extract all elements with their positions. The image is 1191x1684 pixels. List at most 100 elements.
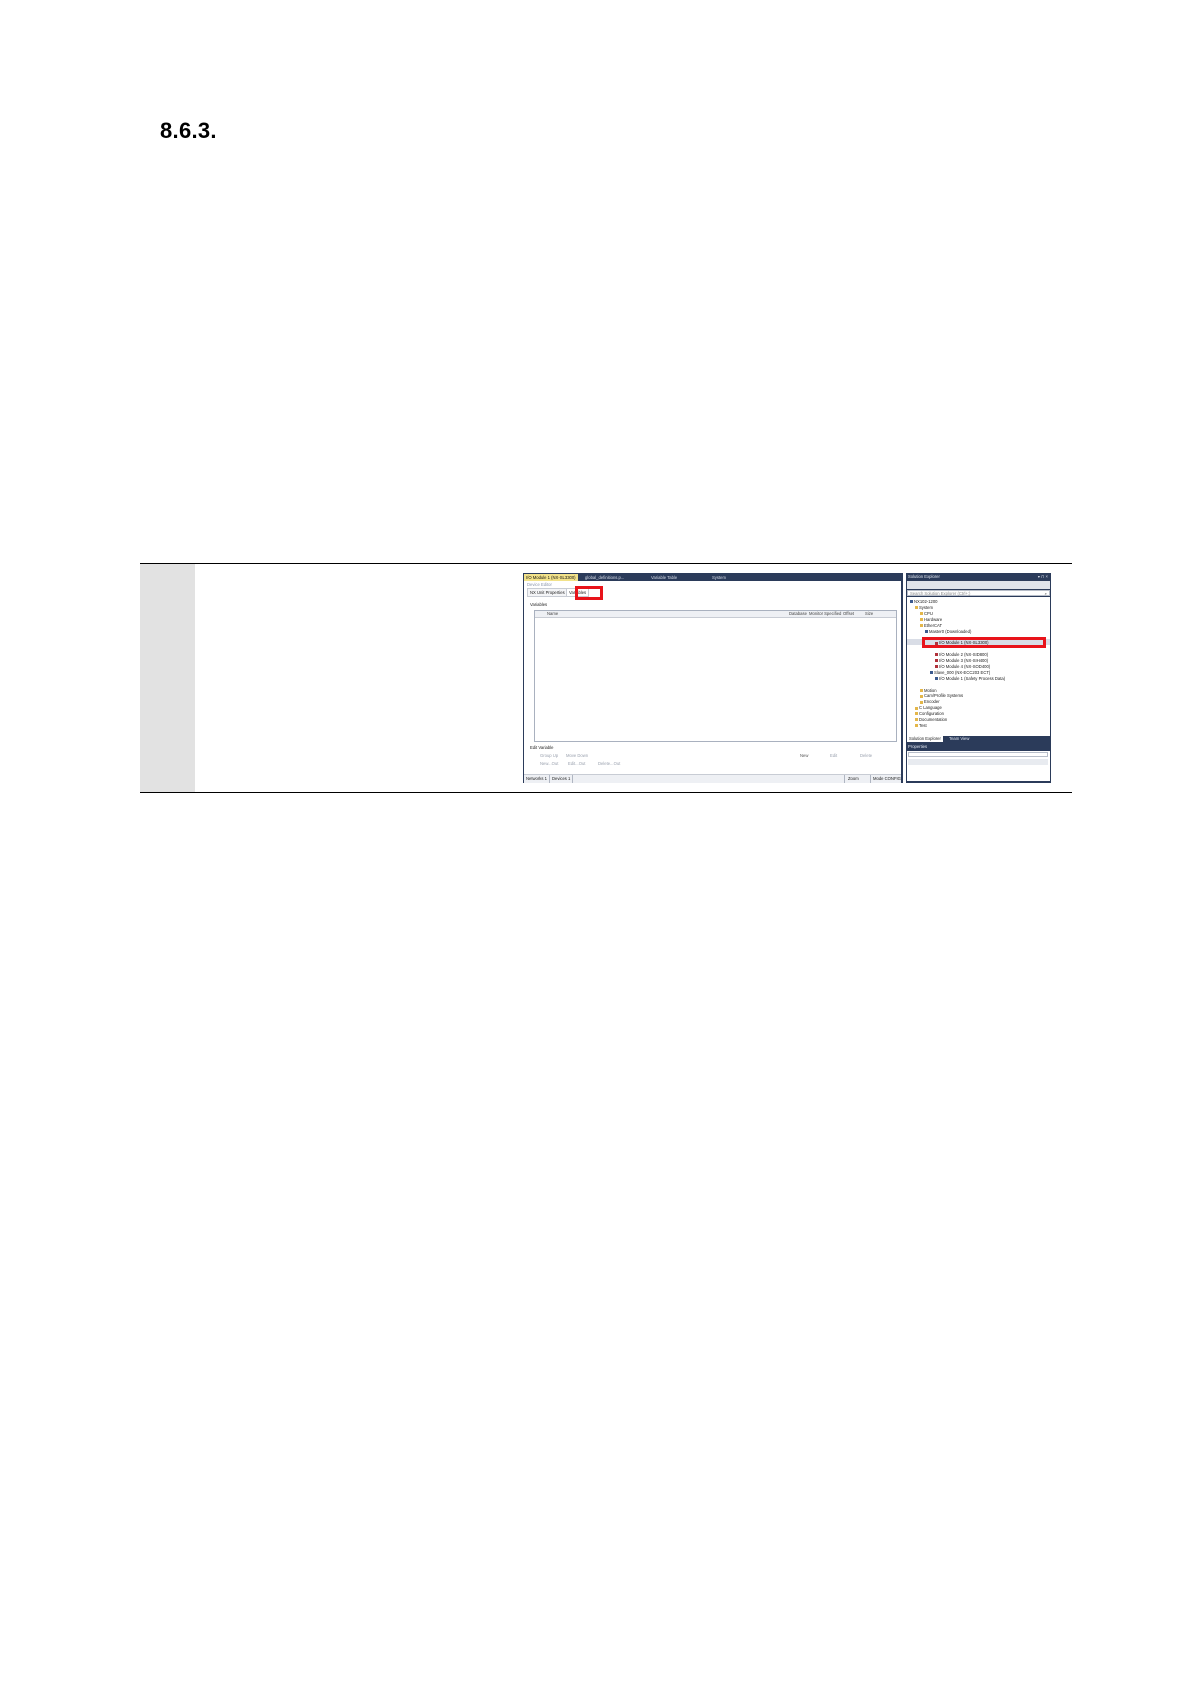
move-down-button[interactable]: Move Down (566, 753, 588, 758)
folder-icon (915, 712, 918, 716)
folder-icon (915, 606, 918, 610)
tree-item[interactable]: Motion (920, 688, 937, 693)
tab-nx-unit-properties[interactable]: NX Unit Properties (527, 588, 568, 597)
folder-icon (920, 694, 923, 698)
solution-explorer-pane: Solution Explorer ▾ ⊓ × Search Solution … (906, 573, 1051, 783)
zoom-control[interactable]: Zoom (848, 776, 859, 782)
tab-global-definitions[interactable]: global_definitions.p... (583, 574, 626, 581)
tab-io-module-1[interactable]: I/O Module 1 (NX-SL3300) (524, 574, 578, 581)
column-monitor-specified[interactable]: Monitor Specified (809, 611, 841, 617)
step-description-cell (196, 564, 526, 792)
solution-explorer-toolbar[interactable] (907, 581, 1050, 589)
tree-item-label: System (919, 604, 933, 610)
editor-tab-bar: I/O Module 1 (NX-SL3300) global_definiti… (523, 573, 903, 581)
tree-item[interactable]: Master0 (Downloaded) (925, 629, 971, 634)
column-database[interactable]: Database (789, 611, 807, 617)
delete-button[interactable]: Delete (860, 753, 872, 758)
tab-team-view[interactable]: Team View (947, 736, 971, 742)
folder-icon (920, 688, 923, 692)
group-up-button[interactable]: Group Up (540, 753, 558, 758)
device-icon (925, 629, 928, 633)
device-icon (935, 677, 938, 681)
folder-icon (920, 612, 923, 616)
tree-item[interactable]: Configuration (915, 711, 944, 716)
ide-screenshot: I/O Module 1 (NX-SL3300) global_definiti… (523, 573, 1051, 783)
status-devices: Devices 1 (552, 776, 571, 781)
tree-item[interactable]: I/O Module 3 (NX-SIH400) (935, 658, 988, 663)
tree-item[interactable]: I/O Module 1 (Safety Process Data) (935, 676, 1005, 681)
editor-status-bar: Networks 1 Devices 1 Zoom Mode CONFIG (524, 774, 901, 783)
device-icon (910, 600, 913, 604)
folder-icon (915, 724, 918, 728)
device-icon (935, 653, 938, 657)
tree-item[interactable]: C Language (915, 705, 942, 710)
column-offset[interactable]: Offset (843, 611, 854, 617)
properties-object-select[interactable] (908, 752, 1048, 757)
edit-out-button[interactable]: Edit...Out (568, 761, 585, 766)
delete-out-button[interactable]: Delete...Out (598, 761, 620, 766)
tree-item[interactable]: Cam/Profile Systems (920, 693, 963, 698)
new-out-button[interactable]: New...Out (540, 761, 558, 766)
folder-icon (915, 718, 918, 722)
tree-item[interactable]: I/O Module 4 (NX-SOD400) (935, 664, 990, 669)
tree-item[interactable]: NX102-1200 (910, 599, 938, 604)
tree-item-label: Hardware (924, 616, 943, 622)
tab-variable-table[interactable]: Variable Table (649, 574, 679, 581)
tree-item-label: I/O Module 3 (NX-SIH400) (939, 658, 989, 663)
new-button[interactable]: New (800, 753, 808, 758)
variables-section-label: Variables (530, 602, 548, 607)
properties-toolbar[interactable] (908, 759, 1048, 765)
tree-item[interactable]: Slave_000 (NX-ECC203 ECT) (930, 670, 990, 675)
grid-header: Name Database Monitor Specified Offset S… (535, 611, 896, 618)
editor-body: Device Editor NX Unit Properties Variabl… (524, 581, 901, 774)
tree-item[interactable]: EtherCAT (920, 623, 942, 628)
status-separator (870, 775, 871, 783)
folder-icon (920, 623, 923, 627)
edit-button[interactable]: Edit (830, 753, 837, 758)
tree-item-label: Cam/Profile Systems (924, 693, 964, 699)
status-networks: Networks 1 (526, 776, 547, 781)
window-buttons[interactable]: ▾ ⊓ × (1038, 574, 1048, 579)
folder-icon (915, 706, 918, 710)
search-icon[interactable]: ⌕ (1045, 591, 1047, 596)
tree-item[interactable]: Test (915, 723, 927, 728)
status-mode: Mode CONFIG (873, 776, 901, 781)
device-editor-pane: I/O Module 1 (NX-SL3300) global_definiti… (523, 573, 903, 783)
tree-item-label: I/O Module 1 (Safety Process Data) (939, 675, 1006, 681)
section-heading: 8.6.3. (160, 118, 217, 143)
search-placeholder: Search Solution Explorer (Ctrl+;) (910, 591, 971, 596)
tree-item-label: Test (919, 722, 927, 728)
column-size[interactable]: Size (865, 611, 873, 617)
tab-system[interactable]: System (710, 574, 728, 581)
step-number-cell (140, 564, 195, 792)
tree-item-label: Configuration (919, 711, 944, 717)
tree-item-label: NX102-1200 (914, 599, 938, 604)
column-name[interactable]: Name (547, 611, 558, 617)
tree-item-label: CPU (924, 610, 933, 616)
tree-item[interactable]: CPU (920, 611, 933, 616)
tree-item-label: Encoder (924, 699, 940, 705)
edit-variable-label: Edit Variable (530, 745, 554, 750)
tree-item[interactable]: Encoder (920, 699, 940, 704)
properties-title: Properties (908, 744, 928, 749)
tree-item[interactable]: Hardware (920, 617, 942, 622)
editor-subtitle: Device Editor (527, 582, 552, 587)
tree-item-label: I/O Module 4 (NX-SOD400) (939, 663, 991, 669)
device-icon (930, 671, 933, 675)
folder-icon (920, 618, 923, 622)
tree-item-label: Master0 (Downloaded) (929, 628, 972, 634)
device-icon (935, 659, 938, 663)
status-separator (549, 775, 550, 783)
solution-search-input[interactable]: Search Solution Explorer (Ctrl+;) ⌕ (907, 590, 1050, 596)
solution-bottom-tabs: Solution Explorer Team View (907, 736, 1050, 742)
properties-panel (907, 751, 1050, 781)
tab-solution-explorer[interactable]: Solution Explorer (907, 736, 943, 742)
variables-grid[interactable]: Name Database Monitor Specified Offset S… (534, 610, 897, 742)
solution-tree[interactable]: NX102-1200 System CPU Hardware EtherCAT Maste… (907, 597, 1050, 736)
tree-item[interactable]: System (915, 605, 933, 610)
device-icon (935, 665, 938, 669)
tree-item[interactable]: Documentation (915, 717, 947, 722)
tree-item-label: Slave_000 (NX-ECC203 ECT) (934, 669, 991, 675)
io-module-callout (922, 637, 1046, 648)
tree-item[interactable]: I/O Module 2 (NX-SID800) (935, 652, 988, 657)
